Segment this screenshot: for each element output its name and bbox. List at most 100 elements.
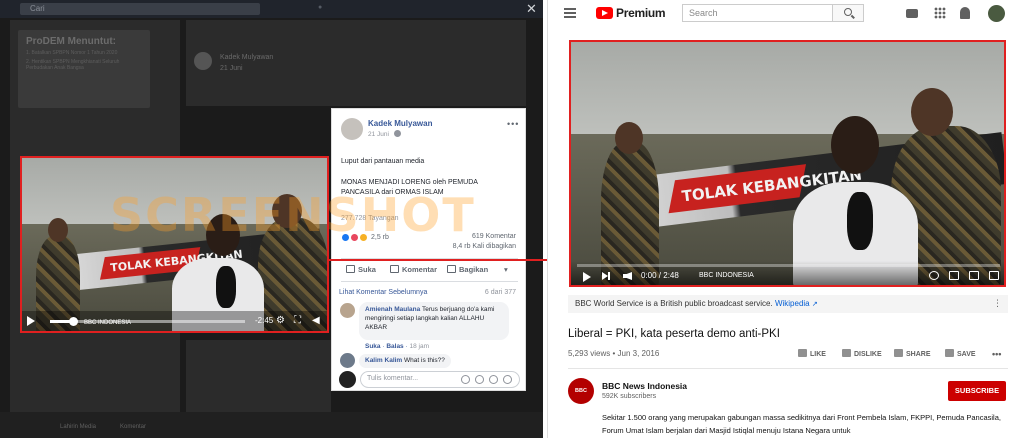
facebook-top-bar: Cari ● ✕ [0, 0, 543, 18]
person-left-head [48, 218, 68, 242]
comment-time: 18 jam [409, 343, 429, 350]
like-label: LIKE [810, 351, 826, 358]
poster-line: 1. Batalkan SPBPN Nomor 1 Tahun 2020 [26, 50, 118, 56]
gear-icon[interactable]: ⚙ [276, 315, 285, 327]
avatar[interactable] [341, 118, 363, 140]
miniplayer-icon[interactable] [949, 271, 959, 280]
wikipedia-link[interactable]: Wikipedia [775, 299, 810, 308]
subscriber-count: 592K subscribers [602, 393, 657, 400]
share-count[interactable]: 8,4 rb Kali dibagikan [453, 243, 516, 250]
comment-icon [390, 265, 399, 273]
facebook-progress-bar[interactable] [50, 317, 245, 326]
background-feed [186, 20, 526, 106]
youtube-search-input[interactable]: Search [682, 4, 832, 22]
theater-mode-icon[interactable] [969, 271, 979, 280]
comment-pagination: 6 dari 377 [484, 289, 516, 296]
divider [568, 368, 1008, 369]
bottom-item: Lahirin Media [60, 424, 97, 430]
channel-tag: BBC INDONESIA [84, 320, 132, 326]
person-right-head [911, 88, 953, 136]
comment-count[interactable]: 619 Komentar [472, 233, 516, 240]
comment-bubble: Kalim Kalim What is this?? [359, 354, 451, 368]
previous-comments-link[interactable]: Lihat Komentar Sebelumnya [339, 289, 427, 296]
views-date: 5,293 views • Jun 3, 2016 [568, 349, 660, 358]
emoji-icon[interactable] [461, 375, 470, 384]
gif-icon[interactable] [489, 375, 498, 384]
share-button[interactable]: SHARE [894, 349, 931, 358]
subscribe-button[interactable]: SUBSCRIBE [948, 381, 1006, 401]
comment-input-placeholder: Tulis komentar... [367, 375, 419, 382]
bell-icon[interactable] [960, 7, 970, 19]
info-text: BBC World Service is a British public br… [575, 299, 773, 308]
sticker-icon[interactable] [503, 375, 512, 384]
comment-bubble: Amienah Maulana Terus berjuang do'a kami… [359, 302, 509, 340]
create-video-icon[interactable] [906, 9, 918, 18]
facebook-video-player[interactable]: TOLAK KEBANGKITAN -2:45 ⚙ ⛶ ◀ BBC INDONE… [20, 156, 329, 333]
background-feed-lower [186, 340, 331, 412]
poster-line: 2. Hentikan SPBPN Mengkhianati Seluruh P… [26, 59, 120, 71]
more-options-icon[interactable]: ⋮ [993, 298, 1002, 309]
background-poster: ProDEM Menuntut: 1. Batalkan SPBPN Nomor… [18, 30, 150, 108]
microphone [216, 266, 236, 308]
comment-author[interactable]: Kalim Kalim [365, 357, 402, 364]
reaction-selector-icon[interactable]: ▾ [504, 265, 508, 274]
channel-name[interactable]: BBC News Indonesia [602, 381, 687, 391]
avatar[interactable] [340, 303, 355, 318]
youtube-logo-icon[interactable] [596, 7, 613, 19]
save-button[interactable]: SAVE [945, 349, 976, 358]
comparison-screenshot: Cari ● ✕ ProDEM Menuntut: 1. Batalkan SP… [0, 0, 1030, 438]
more-options-icon[interactable]: ••• [507, 119, 519, 129]
youtube-video-player[interactable]: TOLAK KEBANGKITAN 0:00 / 2:48 BBC INDONE… [569, 40, 1006, 287]
comment-text: What is this?? [404, 357, 445, 364]
hamburger-icon[interactable] [564, 8, 576, 18]
comment-meta: Suka · Balas · 18 jam [365, 343, 429, 350]
share-icon [894, 349, 903, 357]
search-button[interactable] [832, 4, 864, 22]
fullscreen-icon[interactable] [989, 271, 999, 280]
more-actions-icon[interactable]: ••• [992, 349, 1001, 359]
progress-handle[interactable] [69, 317, 79, 326]
fullscreen-icon[interactable]: ⛶ [294, 315, 301, 327]
facebook-menu-icon[interactable]: ● [318, 4, 322, 11]
time-remaining: -2:45 [255, 316, 274, 325]
camera-icon[interactable] [475, 375, 484, 384]
channel-tag: BBC INDONESIA [699, 272, 754, 279]
comment-like-link[interactable]: Suka [365, 343, 381, 350]
facebook-bottom-strip: Lahirin Media Komentar [0, 412, 543, 438]
like-button[interactable]: Suka [346, 265, 376, 274]
post-date[interactable]: 21 Juni [368, 131, 389, 138]
avatar[interactable] [340, 353, 355, 368]
thumbs-up-icon [798, 349, 807, 357]
poster-title: ProDEM Menuntut: [26, 36, 116, 47]
save-label: SAVE [957, 351, 976, 358]
post-author[interactable]: Kadek Mulyawan [368, 119, 432, 128]
volume-icon[interactable]: ◀ [312, 315, 320, 327]
avatar[interactable] [988, 5, 1005, 22]
next-icon[interactable] [602, 271, 610, 281]
youtube-progress-bar[interactable] [577, 264, 1000, 267]
facebook-search-input[interactable]: Cari [20, 3, 260, 15]
brand-label[interactable]: Premium [616, 6, 666, 20]
share-icon [447, 265, 456, 273]
dislike-button[interactable]: DISLIKE [842, 349, 882, 358]
youtube-top-bar: Premium Search [548, 0, 1030, 26]
close-icon[interactable]: ✕ [526, 1, 537, 17]
comment-author[interactable]: Amienah Maulana [365, 306, 420, 313]
background-avatar [194, 52, 212, 70]
channel-avatar[interactable]: BBC NEWS [568, 378, 594, 420]
share-button[interactable]: Bagikan [447, 265, 488, 274]
share-label: Bagikan [459, 265, 489, 274]
play-icon[interactable] [27, 316, 35, 326]
play-icon[interactable] [583, 272, 591, 282]
watermark: SCREENSHOT [110, 188, 476, 242]
gear-icon[interactable] [929, 271, 939, 280]
comment-reply-link[interactable]: Balas [386, 343, 403, 350]
youtube-video-controls: 0:00 / 2:48 BBC INDONESIA [571, 261, 1004, 285]
comment-button[interactable]: Komentar [390, 265, 437, 274]
volume-icon[interactable] [623, 272, 632, 280]
external-link-icon[interactable]: ↗ [812, 301, 818, 308]
comment-input[interactable]: Tulis komentar... [360, 371, 520, 388]
connector-line [329, 259, 569, 261]
like-button[interactable]: LIKE [798, 349, 826, 358]
apps-grid-icon[interactable] [934, 7, 946, 19]
